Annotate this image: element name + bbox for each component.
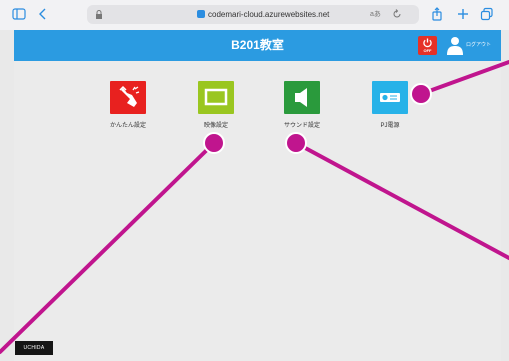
logout-button[interactable]: ログアウト xyxy=(466,30,491,61)
video-settings-label: 映像設定 xyxy=(203,123,228,129)
projector-power-label: PJ電源 xyxy=(380,123,400,129)
new-tab-icon[interactable] xyxy=(456,7,470,21)
lock-icon xyxy=(96,10,102,19)
main-menu: かんたん設定 映像設定 サウンド設定 PJ電源 xyxy=(14,61,501,361)
easy-settings-button[interactable] xyxy=(110,81,146,114)
projector-power-button[interactable] xyxy=(372,81,408,114)
tablet-screen: codemari-cloud.azurewebsites.net aあ B201… xyxy=(0,0,509,361)
video-settings-button[interactable] xyxy=(198,81,234,114)
uchida-logo: UCHIDA xyxy=(15,341,53,355)
address-bar[interactable]: codemari-cloud.azurewebsites.net aあ xyxy=(87,5,419,24)
sound-settings-label: サウンド設定 xyxy=(283,123,320,129)
easy-settings-tile[interactable]: かんたん設定 xyxy=(88,81,168,141)
power-icon xyxy=(423,38,432,48)
sound-settings-tile[interactable]: サウンド設定 xyxy=(262,81,342,141)
user-icon[interactable] xyxy=(446,36,464,55)
url-label: codemari-cloud.azurewebsites.net xyxy=(208,10,330,19)
screen-icon xyxy=(204,88,228,106)
power-off-label: OFF xyxy=(423,48,432,53)
text-size-button[interactable]: aあ xyxy=(370,8,381,22)
projector-icon xyxy=(380,93,400,102)
tabs-overview-icon[interactable] xyxy=(480,7,494,21)
sound-settings-button[interactable] xyxy=(284,81,320,114)
projector-power-tile[interactable]: PJ電源 xyxy=(350,81,430,141)
share-icon[interactable] xyxy=(430,7,444,21)
easy-settings-label: かんたん設定 xyxy=(109,123,146,129)
url-text: codemari-cloud.azurewebsites.net xyxy=(197,8,329,22)
hand-tap-icon xyxy=(119,85,140,107)
app-header: B201教室 OFF ログアウト xyxy=(14,30,501,61)
power-off-button[interactable]: OFF xyxy=(418,36,437,55)
site-favicon-icon xyxy=(197,10,205,18)
video-settings-tile[interactable]: 映像設定 xyxy=(176,81,256,141)
back-icon[interactable] xyxy=(36,7,50,21)
reload-icon[interactable] xyxy=(392,9,402,19)
sidebar-icon[interactable] xyxy=(12,7,26,21)
browser-toolbar: codemari-cloud.azurewebsites.net aあ xyxy=(0,0,509,30)
speaker-icon xyxy=(295,88,307,107)
